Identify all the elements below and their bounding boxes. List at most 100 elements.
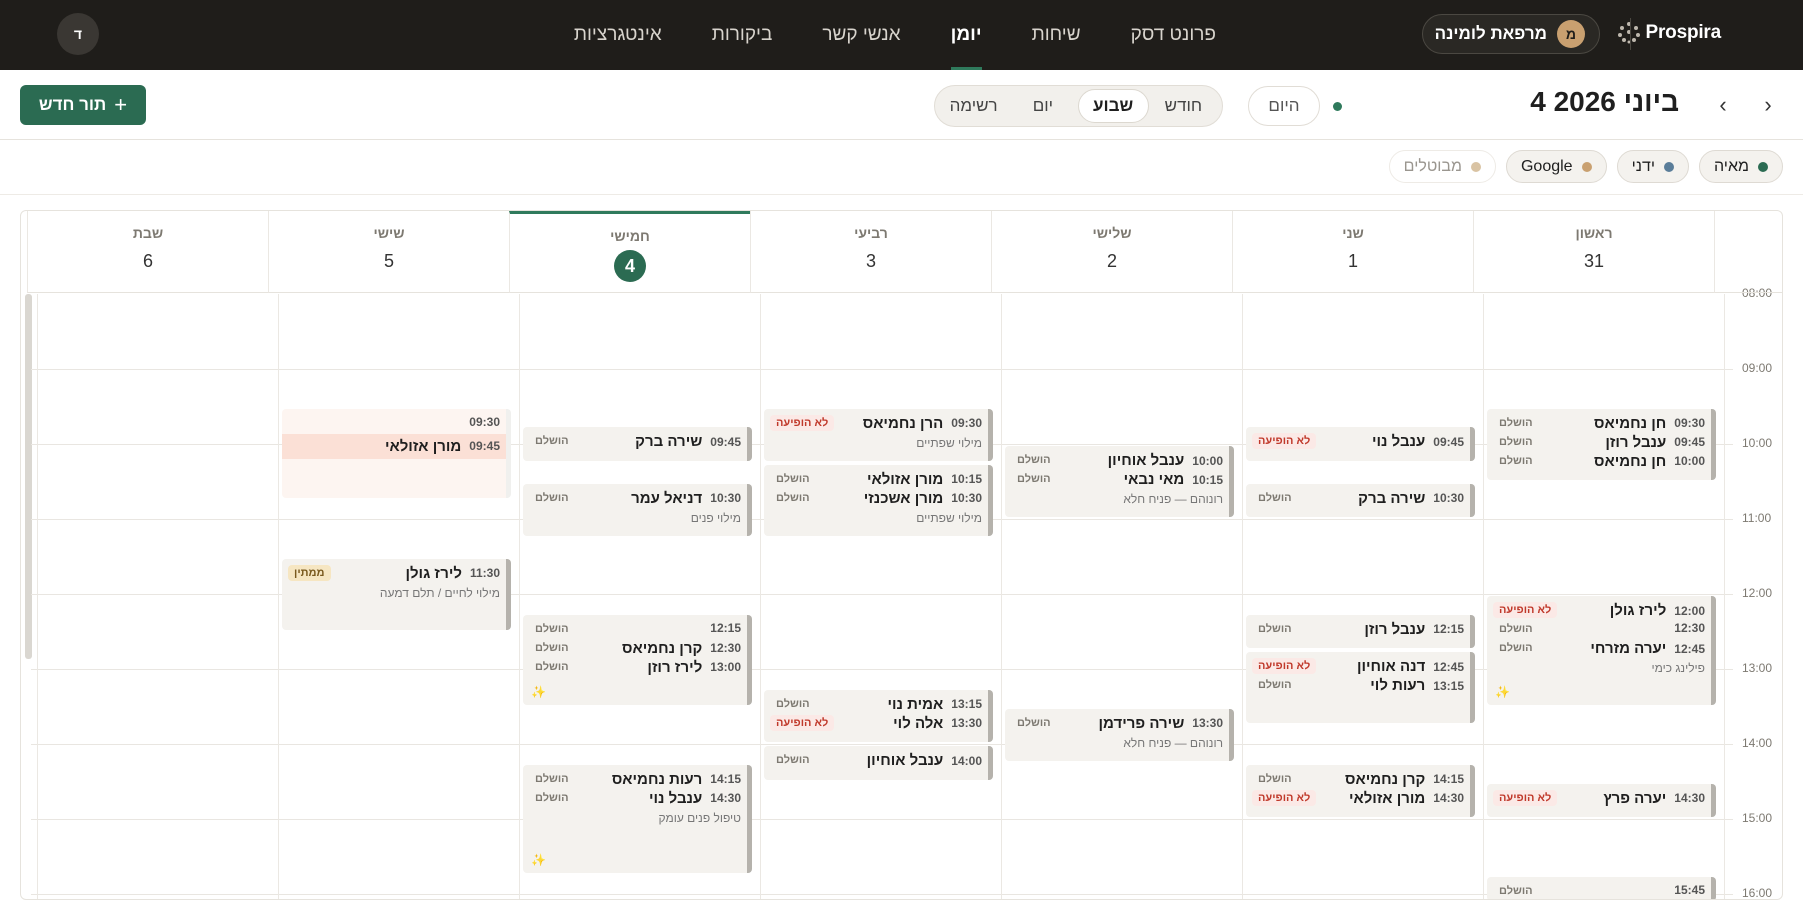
appointment-card[interactable]: 11:30 לירז גולן ממתין מילוי לחיים / תלם דמע… <box>282 558 511 630</box>
appointment-card[interactable]: 10:15 מורן אזולאי הושלם 10:30 מורן אשכנזי הוש… <box>764 464 993 536</box>
day-header[interactable]: שני 1 <box>1232 211 1473 293</box>
today-button[interactable]: היום <box>1248 86 1320 126</box>
filter-chip-label: ידני <box>1631 157 1655 175</box>
appointment-card[interactable]: 09:30 חן נחמיאס הושלם 09:45 ענבל רוזן הושלם 10… <box>1487 408 1716 480</box>
nav-front-desk[interactable]: פרונט דסק <box>1106 0 1241 70</box>
appointment-card[interactable]: 15:45 הושלם <box>1487 877 1716 899</box>
status-badge: הושלם <box>535 435 569 448</box>
status-badge: הושלם <box>1258 622 1292 635</box>
hour-gridline <box>31 819 1733 820</box>
day-number: 1 <box>1347 251 1358 271</box>
hour-label: 15:00 <box>1742 811 1773 825</box>
filter-chip[interactable]: מאיה <box>1698 150 1783 183</box>
appointment-time: 09:30 <box>951 416 982 430</box>
brand-logo[interactable]: Prospira <box>1616 20 1722 46</box>
filter-chip-label: מאיה <box>1713 157 1749 175</box>
filter-color-dot <box>1470 161 1481 172</box>
day-column-divider <box>1724 294 1725 899</box>
patient-name: שירה ברק <box>1358 489 1426 507</box>
day-header[interactable]: שלישי 2 <box>991 211 1232 293</box>
appointment-card[interactable]: 10:30 דניאל עמר הושלם מילוי פנים <box>523 483 752 536</box>
filter-chip[interactable]: מבוטלים <box>1388 150 1496 183</box>
view-day-button[interactable]: יום <box>1008 89 1077 123</box>
appointment-time: 14:30 <box>710 791 741 806</box>
appointment-card[interactable]: 10:30 שירה ברק הושלם <box>1246 483 1475 517</box>
appointment-time: 09:30 <box>1674 416 1705 430</box>
appointment-card[interactable]: 14:15 רעות נחמיאס הושלם 14:30 ענבל נוי הושלם ט… <box>523 764 752 874</box>
appointment-time: 14:15 <box>1433 772 1464 787</box>
day-column-divider <box>519 294 520 899</box>
day-column-divider <box>1242 294 1243 899</box>
status-badge: הושלם <box>776 754 810 766</box>
filter-chip[interactable]: ידני <box>1616 150 1689 183</box>
day-number: 5 <box>383 251 394 271</box>
day-header[interactable]: שישי 5 <box>268 211 509 293</box>
new-appointment-button[interactable]: + תור חדש <box>20 85 146 125</box>
status-badge: הושלם <box>535 772 569 785</box>
hour-gridline <box>31 369 1733 370</box>
status-badge: הושלם <box>1499 885 1533 898</box>
day-header[interactable]: שבת 6 <box>27 211 268 293</box>
view-week-button[interactable]: שבוע <box>1077 89 1149 123</box>
appointment-card[interactable]: 12:15 הושלם 12:30 קרן נחמיאס הושלם 13:00 לירז … <box>523 614 752 705</box>
patient-name: מורן אשכנזי <box>863 489 944 507</box>
scrollbar-thumb[interactable] <box>25 294 32 659</box>
patient-name: מאי נבאי <box>1123 471 1185 488</box>
view-month-button[interactable]: חודש <box>1149 89 1218 123</box>
appointment-card[interactable]: 09:30 09:45 מורן אזולאי <box>282 408 511 499</box>
appointment-time: 13:30 <box>1192 716 1223 730</box>
view-list-button[interactable]: רשימה <box>939 89 1008 123</box>
appointment-card[interactable]: 12:15 ענבל רוזן הושלם <box>1246 614 1475 649</box>
nav-calendar[interactable]: יומן <box>926 0 1007 70</box>
appointment-time: 10:30 <box>1433 491 1464 505</box>
nav-contacts[interactable]: אנשי קשר <box>797 0 925 70</box>
hour-label: 16:00 <box>1742 886 1773 900</box>
appointment-card[interactable]: 09:45 ענבל נוי לא הופיעה <box>1246 427 1475 461</box>
appointment-card[interactable]: 13:15 אמית נוי הושלם 13:30 אלה לוי לא הופיעה <box>764 689 993 742</box>
appointment-time: 10:30 <box>710 491 741 505</box>
day-number: 2 <box>1106 251 1117 271</box>
status-badge: הושלם <box>535 660 569 673</box>
appointment-time: 12:45 <box>1433 659 1464 674</box>
week-calendar: 08:00 09:00 10:00 11:00 12:00 13:00 14:00 15:00… <box>20 210 1783 900</box>
status-badge: לא הופיעה <box>770 414 835 431</box>
day-header[interactable]: חמישי 4 <box>509 211 750 293</box>
day-header[interactable]: רביעי 3 <box>750 211 991 293</box>
appointment-card[interactable]: 13:30 שירה פרידמן הושלם רונוהם — פניח חלא <box>1005 708 1234 761</box>
appointment-time: 12:30 <box>710 641 741 656</box>
appointment-time: 14:15 <box>710 772 741 787</box>
appointment-card[interactable]: 14:30 יערה פרץ לא הופיעה <box>1487 783 1716 817</box>
brand-name: Prospira <box>1645 22 1722 43</box>
next-week-chevron-icon[interactable]: ‹ <box>1710 92 1736 118</box>
current-date-title: 4 ביוני 2026 <box>1530 86 1679 117</box>
appointment-time: 12:00 <box>1674 603 1705 618</box>
nav-integrations[interactable]: אינטגרציות <box>549 0 687 70</box>
appointment-card[interactable]: 12:45 דנה אוחיון לא הופיעה 13:15 רעות לוי הוש… <box>1246 652 1475 724</box>
nav-conversations[interactable]: שיחות <box>1007 0 1106 70</box>
status-badge: הושלם <box>1499 416 1533 429</box>
appointment-card[interactable]: 14:15 קרן נחמיאס הושלם 14:30 מורן אזולאי לא ה… <box>1246 764 1475 817</box>
appointment-card[interactable]: 09:30 הרן נחמיאס לא הופיעה מילוי שפתיים <box>764 408 993 461</box>
filter-chip[interactable]: Google <box>1505 150 1607 183</box>
appointment-time: 14:30 <box>1433 791 1464 806</box>
appointment-card[interactable]: 12:00 לירז גולן לא הופיעה 12:30 הושלם 12:45 יע… <box>1487 596 1716 705</box>
clinic-selector[interactable]: מ מרפאת לומינה <box>1421 14 1600 54</box>
user-avatar[interactable]: ד <box>57 13 99 55</box>
day-name: חמישי <box>610 228 650 244</box>
nav-reviews[interactable]: ביקורות <box>687 0 798 70</box>
hour-label: 12:00 <box>1742 586 1773 600</box>
appointment-card[interactable]: 10:00 ענבל אוחיון הושלם 10:15 מאי נבאי הושלם ר… <box>1005 446 1234 517</box>
appointment-card[interactable]: 09:45 שירה ברק הושלם <box>523 427 752 461</box>
patient-name: מורן אזולאי <box>866 470 944 488</box>
prev-week-chevron-icon[interactable]: › <box>1755 92 1781 118</box>
status-badge: לא הופיעה <box>1252 789 1317 806</box>
day-number: 31 <box>1583 251 1605 271</box>
day-column-divider <box>37 294 38 899</box>
patient-name: ענבל נוי <box>648 789 703 807</box>
day-header[interactable]: ראשון 31 <box>1473 211 1714 293</box>
appointment-card[interactable]: 14:00 ענבל אוחיון הושלם <box>764 746 993 780</box>
patient-name: ענבל נוי <box>1371 433 1426 451</box>
status-badge: הושלם <box>1499 623 1533 635</box>
patient-name: לירז גולן <box>1609 602 1667 619</box>
time-column-header <box>1714 211 1782 293</box>
